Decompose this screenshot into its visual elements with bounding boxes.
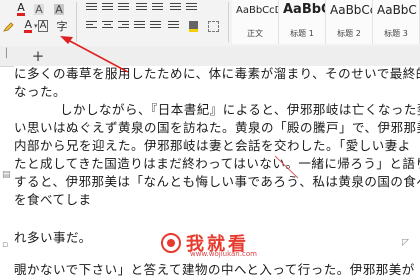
style-label: 标题 3 bbox=[384, 29, 408, 38]
style-sample: AaBbC bbox=[283, 2, 326, 17]
paint-bucket-icon bbox=[188, 20, 198, 32]
pencil-icon bbox=[2, 21, 14, 32]
doc-line: しかしながら、『日本書紀』によると、伊邪那岐は亡くなった妻 bbox=[60, 102, 420, 117]
highlight-button[interactable]: A bbox=[32, 2, 46, 16]
style-normal[interactable]: AaBbCcDd 正文 bbox=[232, 0, 279, 44]
styles-gallery: AaBbCcDd 正文 AaBbC 标题 1 AaBbCc 标题 2 AaBbC… bbox=[232, 0, 420, 44]
char-shading-icon: A bbox=[54, 2, 64, 16]
borders-button[interactable] bbox=[206, 19, 220, 33]
paragraph-mark-icon: ▤ bbox=[2, 170, 11, 180]
style-label: 标题 1 bbox=[290, 29, 314, 38]
bullets-icon[interactable] bbox=[86, 3, 97, 13]
char-shading-button[interactable]: A bbox=[52, 2, 66, 16]
char-border-icon: A bbox=[37, 20, 49, 32]
doc-line: たと成してきた国造りはまだ終わってはいない。一緒に帰ろう」と語り bbox=[14, 156, 420, 171]
clear-format-button[interactable] bbox=[2, 20, 14, 32]
doc-line: すると、伊邪那美は「なんとも悔しい事であろう、私は黄泉の国の食べ bbox=[14, 174, 420, 189]
align-left-icon[interactable] bbox=[86, 21, 97, 31]
style-heading-3[interactable]: AaBbC 标题 3 bbox=[373, 0, 420, 44]
sort-icon[interactable] bbox=[170, 3, 181, 13]
borders-icon bbox=[207, 20, 219, 32]
numbering-icon[interactable] bbox=[102, 3, 113, 13]
section-mark-icon: ▫ bbox=[2, 240, 9, 250]
highlight-icon: A bbox=[34, 2, 44, 16]
distributed-icon[interactable] bbox=[150, 21, 161, 31]
style-sample: AaBbC bbox=[377, 3, 417, 17]
align-right-icon[interactable] bbox=[118, 21, 129, 31]
add-tab-glyph: + bbox=[31, 47, 45, 65]
watermark-logo-icon bbox=[161, 233, 181, 253]
justify-icon[interactable] bbox=[134, 21, 145, 31]
font-color-button[interactable]: A bbox=[14, 2, 28, 16]
new-tab-button[interactable]: + bbox=[30, 47, 46, 65]
group-divider bbox=[76, 2, 77, 42]
doc-line: 覗かないで下さい」と答えて建物の中へと入って行った。伊邪那美が bbox=[14, 262, 415, 277]
doc-line: なった。 bbox=[14, 84, 67, 99]
char-border-button[interactable]: A bbox=[36, 18, 50, 34]
multilevel-list-icon[interactable] bbox=[118, 3, 129, 13]
doc-line: れ多い事だ。 bbox=[14, 230, 92, 245]
phonetic-guide-button[interactable]: 字 bbox=[54, 18, 70, 34]
group-divider bbox=[228, 2, 229, 42]
style-label: 标题 2 bbox=[337, 29, 361, 38]
doc-line: を食べてしま bbox=[14, 192, 92, 207]
ribbon-toolbar: A A A A ▾ A 字 AaBbCcDd 正文 bbox=[0, 0, 420, 47]
watermark-url: www.wojiukan.com bbox=[190, 250, 257, 258]
style-heading-1[interactable]: AaBbC 标题 1 bbox=[279, 0, 326, 44]
tab-close-icon[interactable]: ▏ bbox=[6, 49, 13, 59]
phonetic-guide-icon: 字 bbox=[56, 20, 68, 33]
font-color-a-icon: A bbox=[24, 17, 32, 33]
style-label: 正文 bbox=[247, 29, 263, 38]
style-sample: AaBbCcDd bbox=[236, 5, 278, 16]
show-marks-icon[interactable] bbox=[186, 3, 197, 13]
doc-line: に多くの毒草を服用したために、体に毒素が溜まり、そのせいで最終的 bbox=[14, 66, 420, 81]
font-color-icon: A bbox=[17, 0, 25, 16]
bookmark-icon: ◸ bbox=[402, 238, 409, 248]
doc-line: い思いはぬぐえず黄泉の国を訪ねた。黄泉の「殿の騰戸」で、伊邪那美 bbox=[14, 120, 420, 135]
document-tab-bar: + ▏ bbox=[0, 46, 420, 67]
doc-line: 内部から兄を迎えた。伊邪那岐は妻と会話を交わした。「愛しい妻よ bbox=[14, 138, 411, 153]
style-sample: AaBbCc bbox=[330, 3, 373, 17]
line-spacing-icon[interactable] bbox=[168, 21, 179, 31]
align-center-icon[interactable] bbox=[102, 21, 113, 31]
shading-button[interactable] bbox=[186, 19, 200, 33]
increase-indent-icon[interactable] bbox=[152, 3, 163, 13]
style-heading-2[interactable]: AaBbCc 标题 2 bbox=[326, 0, 373, 44]
decrease-indent-icon[interactable] bbox=[136, 3, 147, 13]
